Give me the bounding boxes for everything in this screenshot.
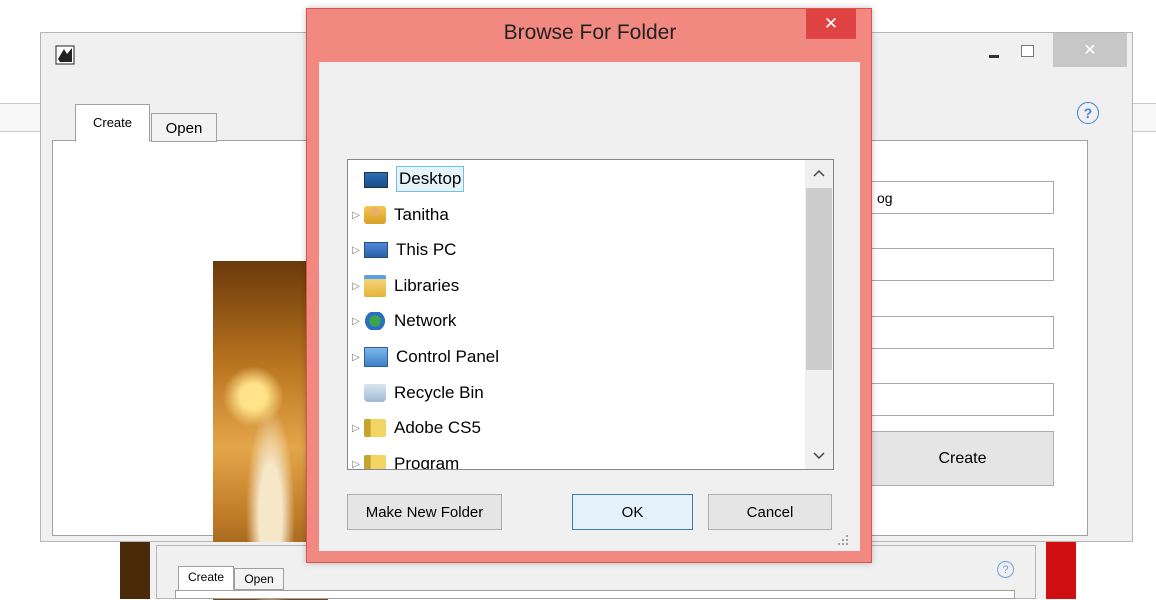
- tab-open[interactable]: Open: [151, 113, 217, 142]
- make-new-folder-button[interactable]: Make New Folder: [347, 494, 502, 530]
- second-tab-open[interactable]: Open: [234, 568, 284, 590]
- tree-item-label: This PC: [396, 240, 457, 259]
- scroll-up-icon[interactable]: [805, 160, 833, 186]
- text-field-1[interactable]: og: [871, 181, 1054, 214]
- tree-item[interactable]: ▷ This PC: [348, 233, 788, 267]
- tree-item[interactable]: ▷ Tanitha: [348, 198, 788, 232]
- tree-item[interactable]: ▷ Control Panel: [348, 340, 788, 374]
- second-window-image-right: [1046, 542, 1076, 599]
- browse-folder-dialog: Browse For Folder ✕ Desktop ▷ Tanitha ▷ …: [306, 8, 872, 563]
- tree-item-label: Program: [394, 454, 460, 470]
- folder-icon: [364, 419, 386, 437]
- expand-arrow-icon[interactable]: ▷: [348, 210, 364, 221]
- tree-item-label: Adobe CS5: [394, 418, 481, 437]
- tree-item[interactable]: Recycle Bin: [348, 376, 788, 410]
- tree-item-label: Control Panel: [396, 347, 500, 366]
- create-button[interactable]: Create: [871, 431, 1054, 486]
- tab-create[interactable]: Create: [75, 104, 150, 142]
- scroll-thumb[interactable]: [806, 188, 832, 370]
- computer-icon: [364, 242, 388, 258]
- resize-grip-icon[interactable]: [837, 534, 849, 546]
- expand-arrow-icon[interactable]: ▷: [348, 423, 364, 434]
- expand-arrow-icon[interactable]: ▷: [348, 245, 364, 256]
- text-field-3[interactable]: [871, 316, 1054, 349]
- recycle-bin-icon: [364, 384, 386, 402]
- expand-arrow-icon[interactable]: ▷: [348, 459, 364, 470]
- expand-arrow-icon[interactable]: ▷: [348, 352, 364, 363]
- dialog-close-button[interactable]: ✕: [806, 9, 856, 39]
- tree-item-label: Recycle Bin: [394, 383, 484, 402]
- tree-item[interactable]: Desktop: [348, 162, 788, 196]
- tree-item-label: Desktop: [396, 166, 465, 192]
- tree-scrollbar[interactable]: [805, 160, 833, 469]
- tree-item-label: Network: [394, 311, 457, 330]
- tree-item[interactable]: ▷ Program: [348, 447, 788, 470]
- tree-item[interactable]: ▷ Adobe CS5: [348, 411, 788, 445]
- second-tab-body: [175, 590, 1015, 599]
- user-folder-icon: [364, 206, 386, 224]
- scroll-down-icon[interactable]: [805, 443, 833, 469]
- close-icon: ✕: [823, 14, 839, 33]
- second-tab-create[interactable]: Create: [178, 566, 234, 590]
- expand-arrow-icon[interactable]: ▷: [348, 316, 364, 327]
- network-icon: [364, 312, 386, 330]
- tree-item-label: Libraries: [394, 276, 460, 295]
- expand-arrow-icon[interactable]: ▷: [348, 281, 364, 292]
- desktop-icon: [364, 172, 388, 188]
- tree-item[interactable]: ▷ Network: [348, 304, 788, 338]
- text-field-2[interactable]: [871, 248, 1054, 281]
- text-field-4[interactable]: [871, 383, 1054, 416]
- libraries-icon: [364, 275, 386, 297]
- folder-icon: [364, 455, 386, 469]
- second-help-icon[interactable]: ?: [997, 561, 1014, 578]
- tree-item-label: Tanitha: [394, 205, 449, 224]
- app-icon: [55, 45, 75, 65]
- folder-tree[interactable]: Desktop ▷ Tanitha ▷ This PC ▷ Libraries …: [347, 159, 834, 470]
- second-window-image-left: [120, 542, 150, 599]
- ok-button[interactable]: OK: [572, 494, 693, 530]
- close-icon: ✕: [1083, 42, 1097, 59]
- maximize-icon[interactable]: [1013, 43, 1043, 63]
- help-icon[interactable]: ?: [1077, 102, 1099, 124]
- close-window-button[interactable]: ✕: [1053, 33, 1127, 67]
- control-panel-icon: [364, 347, 388, 367]
- tree-item[interactable]: ▷ Libraries: [348, 269, 788, 303]
- cancel-button[interactable]: Cancel: [708, 494, 832, 530]
- dialog-title: Browse For Folder: [503, 21, 677, 44]
- minimize-icon[interactable]: [979, 43, 1009, 63]
